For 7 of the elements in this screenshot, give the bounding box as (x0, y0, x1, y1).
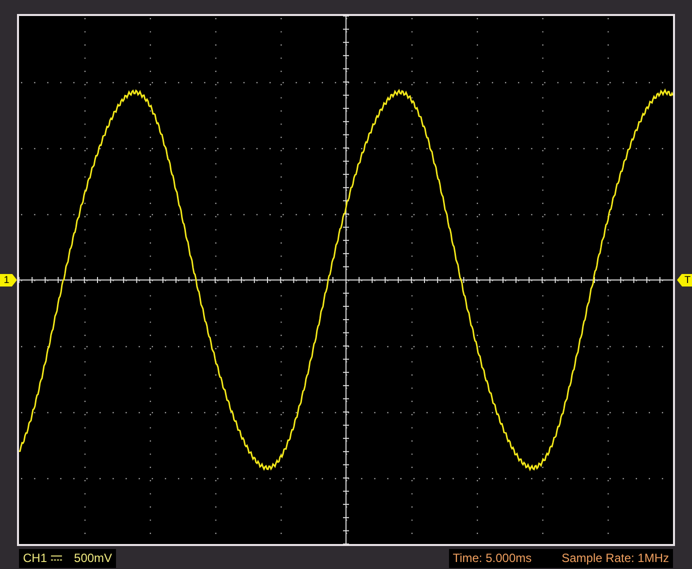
channel-marker[interactable]: 1 (0, 274, 17, 286)
dc-coupling-icon (51, 555, 62, 561)
sample-rate-reading: Sample Rate: 1MHz (562, 551, 669, 565)
volts-per-division: 500mV (74, 551, 112, 565)
timebase-reading: Time: 5.000ms (452, 551, 532, 565)
channel-label: CH1 (23, 551, 48, 565)
trigger-marker[interactable]: T (677, 274, 692, 286)
